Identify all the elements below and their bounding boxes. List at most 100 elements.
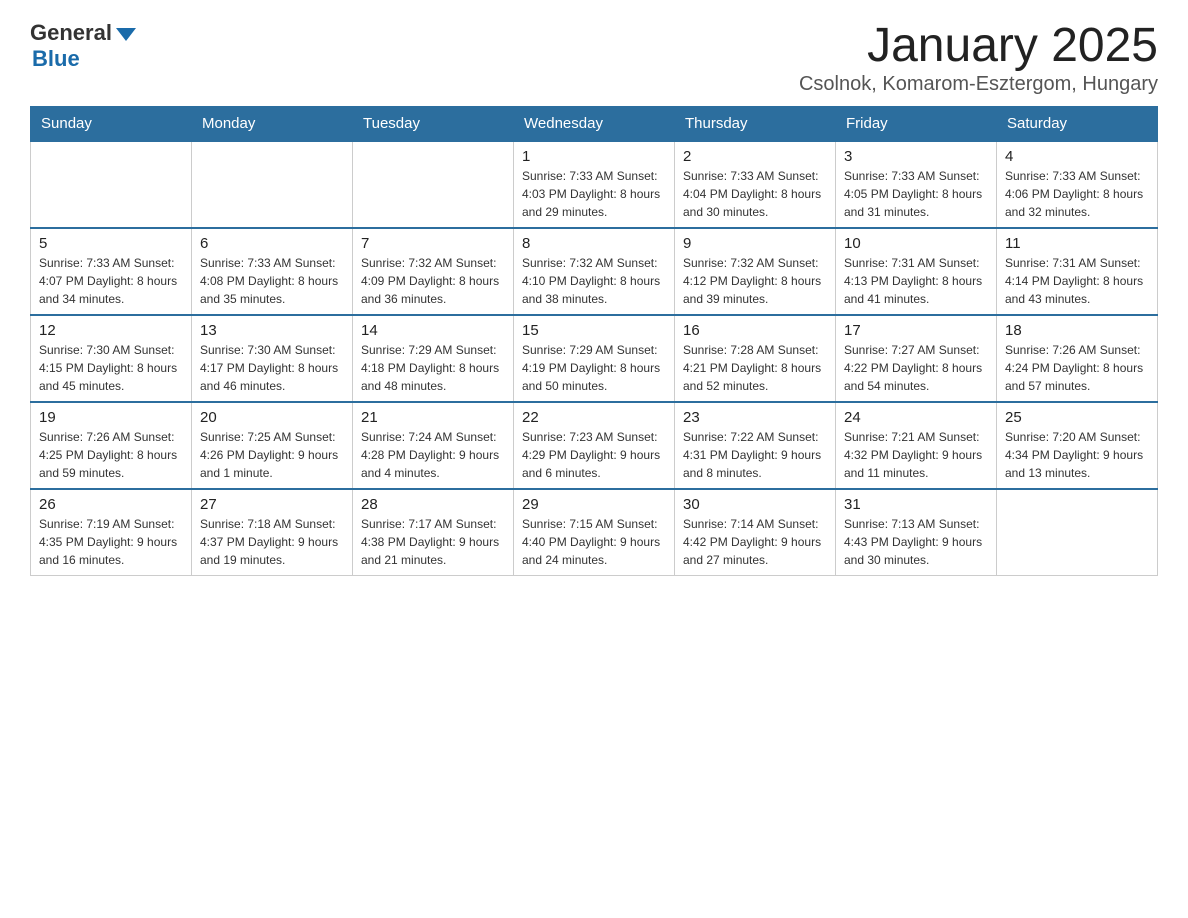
page-subtitle: Csolnok, Komarom-Esztergom, Hungary: [799, 73, 1158, 96]
day-number: 3: [844, 148, 988, 165]
table-row: 19 Sunrise: 7:26 AM Sunset: 4:25 PM Dayli…: [31, 402, 192, 489]
table-row: 8 Sunrise: 7:32 AM Sunset: 4:10 PM Daylig…: [514, 228, 675, 315]
table-row: 30Sunrise: 7:14 AM Sunset: 4:42 PM Dayli…: [675, 489, 836, 576]
day-info: Sunrise: 7:17 AM Sunset: 4:38 PM Dayligh…: [361, 515, 505, 569]
day-info: Sunrise: 7:33 AM Sunset: 4:05 PM Dayligh…: [844, 167, 988, 221]
table-row: 6 Sunrise: 7:33 AM Sunset: 4:08 PM Daylig…: [192, 228, 353, 315]
table-row: 5Sunrise: 7:33 AM Sunset: 4:07 PM Daylig…: [31, 228, 192, 315]
day-info: Sunrise: 7:18 AM Sunset: 4:37 PM Dayligh…: [200, 515, 344, 569]
day-info: Sunrise: 7:33 AM Sunset: 4:04 PM Dayligh…: [683, 167, 827, 221]
header-day-monday: Monday: [192, 106, 353, 141]
calendar-week-3: 12Sunrise: 7:30 AM Sunset: 4:15 PM Dayli…: [31, 315, 1158, 402]
table-row: 29 Sunrise: 7:15 AM Sunset: 4:40 PM Dayli…: [514, 489, 675, 576]
day-info: Sunrise: 7:24 AM Sunset: 4:28 PM Dayligh…: [361, 428, 505, 482]
calendar-header: SundayMondayTuesdayWednesdayThursdayFrid…: [31, 106, 1158, 141]
logo-triangle-icon: [116, 28, 136, 41]
table-row: [353, 141, 514, 228]
day-info: Sunrise: 7:33 AM Sunset: 4:06 PM Dayligh…: [1005, 167, 1149, 221]
day-info: Sunrise: 7:33 AM Sunset: 4:08 PM Dayligh…: [200, 254, 344, 308]
calendar-table: SundayMondayTuesdayWednesdayThursdayFrid…: [30, 106, 1158, 576]
day-info: Sunrise: 7:32 AM Sunset: 4:12 PM Dayligh…: [683, 254, 827, 308]
table-row: 15Sunrise: 7:29 AM Sunset: 4:19 PM Dayli…: [514, 315, 675, 402]
day-info: Sunrise: 7:23 AM Sunset: 4:29 PM Dayligh…: [522, 428, 666, 482]
day-info: Sunrise: 7:13 AM Sunset: 4:43 PM Dayligh…: [844, 515, 988, 569]
day-info: Sunrise: 7:14 AM Sunset: 4:42 PM Dayligh…: [683, 515, 827, 569]
day-number: 25: [1005, 409, 1149, 426]
calendar-week-5: 26Sunrise: 7:19 AM Sunset: 4:35 PM Dayli…: [31, 489, 1158, 576]
day-info: Sunrise: 7:15 AM Sunset: 4:40 PM Dayligh…: [522, 515, 666, 569]
table-row: 12Sunrise: 7:30 AM Sunset: 4:15 PM Dayli…: [31, 315, 192, 402]
day-number: 27: [200, 496, 344, 513]
day-info: Sunrise: 7:32 AM Sunset: 4:09 PM Dayligh…: [361, 254, 505, 308]
day-number: 10: [844, 235, 988, 252]
table-row: 24 Sunrise: 7:21 AM Sunset: 4:32 PM Dayli…: [836, 402, 997, 489]
table-row: 10 Sunrise: 7:31 AM Sunset: 4:13 PM Dayli…: [836, 228, 997, 315]
day-number: 22: [522, 409, 666, 426]
day-number: 1: [522, 148, 666, 165]
table-row: 31 Sunrise: 7:13 AM Sunset: 4:43 PM Dayli…: [836, 489, 997, 576]
table-row: 4 Sunrise: 7:33 AM Sunset: 4:06 PM Daylig…: [997, 141, 1158, 228]
day-number: 2: [683, 148, 827, 165]
day-info: Sunrise: 7:31 AM Sunset: 4:13 PM Dayligh…: [844, 254, 988, 308]
logo-text-general: General: [30, 20, 112, 46]
header-day-tuesday: Tuesday: [353, 106, 514, 141]
day-info: Sunrise: 7:29 AM Sunset: 4:19 PM Dayligh…: [522, 341, 666, 395]
day-number: 8: [522, 235, 666, 252]
day-info: Sunrise: 7:33 AM Sunset: 4:07 PM Dayligh…: [39, 254, 183, 308]
header-day-friday: Friday: [836, 106, 997, 141]
header-day-sunday: Sunday: [31, 106, 192, 141]
calendar-body: 1 Sunrise: 7:33 AM Sunset: 4:03 PM Daylig…: [31, 141, 1158, 576]
table-row: 17Sunrise: 7:27 AM Sunset: 4:22 PM Dayli…: [836, 315, 997, 402]
table-row: 21 Sunrise: 7:24 AM Sunset: 4:28 PM Dayli…: [353, 402, 514, 489]
title-block: January 2025 Csolnok, Komarom-Esztergom,…: [799, 20, 1158, 96]
day-number: 19: [39, 409, 183, 426]
day-number: 13: [200, 322, 344, 339]
day-number: 21: [361, 409, 505, 426]
day-number: 6: [200, 235, 344, 252]
day-info: Sunrise: 7:32 AM Sunset: 4:10 PM Dayligh…: [522, 254, 666, 308]
table-row: 16Sunrise: 7:28 AM Sunset: 4:21 PM Dayli…: [675, 315, 836, 402]
day-info: Sunrise: 7:31 AM Sunset: 4:14 PM Dayligh…: [1005, 254, 1149, 308]
day-info: Sunrise: 7:33 AM Sunset: 4:03 PM Dayligh…: [522, 167, 666, 221]
day-number: 31: [844, 496, 988, 513]
day-number: 14: [361, 322, 505, 339]
table-row: 7 Sunrise: 7:32 AM Sunset: 4:09 PM Daylig…: [353, 228, 514, 315]
day-number: 7: [361, 235, 505, 252]
logo: General Blue: [30, 20, 136, 72]
day-info: Sunrise: 7:26 AM Sunset: 4:24 PM Dayligh…: [1005, 341, 1149, 395]
calendar-header-row: SundayMondayTuesdayWednesdayThursdayFrid…: [31, 106, 1158, 141]
table-row: 18 Sunrise: 7:26 AM Sunset: 4:24 PM Dayli…: [997, 315, 1158, 402]
table-row: 27 Sunrise: 7:18 AM Sunset: 4:37 PM Dayli…: [192, 489, 353, 576]
table-row: 22 Sunrise: 7:23 AM Sunset: 4:29 PM Dayli…: [514, 402, 675, 489]
table-row: [997, 489, 1158, 576]
day-number: 24: [844, 409, 988, 426]
day-info: Sunrise: 7:26 AM Sunset: 4:25 PM Dayligh…: [39, 428, 183, 482]
day-number: 26: [39, 496, 183, 513]
day-number: 9: [683, 235, 827, 252]
logo-text-blue: Blue: [32, 46, 80, 72]
day-info: Sunrise: 7:22 AM Sunset: 4:31 PM Dayligh…: [683, 428, 827, 482]
table-row: [192, 141, 353, 228]
day-number: 4: [1005, 148, 1149, 165]
table-row: 14Sunrise: 7:29 AM Sunset: 4:18 PM Dayli…: [353, 315, 514, 402]
day-info: Sunrise: 7:30 AM Sunset: 4:15 PM Dayligh…: [39, 341, 183, 395]
table-row: 9 Sunrise: 7:32 AM Sunset: 4:12 PM Daylig…: [675, 228, 836, 315]
day-number: 23: [683, 409, 827, 426]
day-number: 18: [1005, 322, 1149, 339]
day-info: Sunrise: 7:21 AM Sunset: 4:32 PM Dayligh…: [844, 428, 988, 482]
day-number: 29: [522, 496, 666, 513]
day-number: 11: [1005, 235, 1149, 252]
page-header: General Blue January 2025 Csolnok, Komar…: [30, 20, 1158, 96]
day-number: 28: [361, 496, 505, 513]
day-info: Sunrise: 7:20 AM Sunset: 4:34 PM Dayligh…: [1005, 428, 1149, 482]
calendar-week-4: 19 Sunrise: 7:26 AM Sunset: 4:25 PM Dayli…: [31, 402, 1158, 489]
table-row: [31, 141, 192, 228]
day-info: Sunrise: 7:27 AM Sunset: 4:22 PM Dayligh…: [844, 341, 988, 395]
header-day-saturday: Saturday: [997, 106, 1158, 141]
table-row: 11 Sunrise: 7:31 AM Sunset: 4:14 PM Dayli…: [997, 228, 1158, 315]
day-number: 20: [200, 409, 344, 426]
header-day-wednesday: Wednesday: [514, 106, 675, 141]
day-info: Sunrise: 7:30 AM Sunset: 4:17 PM Dayligh…: [200, 341, 344, 395]
page-title: January 2025: [799, 20, 1158, 73]
table-row: 1 Sunrise: 7:33 AM Sunset: 4:03 PM Daylig…: [514, 141, 675, 228]
